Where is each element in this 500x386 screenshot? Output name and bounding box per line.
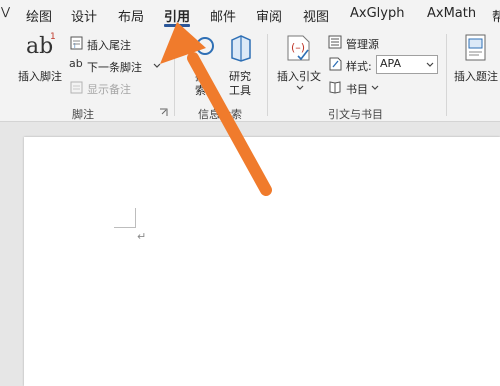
style-label: 样式: xyxy=(346,60,372,73)
bibliography-icon xyxy=(329,81,341,94)
group-divider xyxy=(174,34,175,116)
chevron-down-icon xyxy=(153,63,161,68)
insert-footnote-label: 插入脚注 xyxy=(18,70,62,83)
tab-design[interactable]: 设计 xyxy=(71,6,97,25)
group-divider xyxy=(267,34,268,116)
dialog-launcher-icon[interactable] xyxy=(159,108,168,117)
tab-view[interactable]: 视图 xyxy=(303,6,329,25)
tab-axmath[interactable]: AxMath xyxy=(427,6,476,21)
footnote-icon-superscript: 1 xyxy=(50,32,56,42)
tab-layout[interactable]: 布局 xyxy=(118,6,144,25)
tab-references[interactable]: 引用 xyxy=(164,6,190,25)
svg-text:(–): (–) xyxy=(291,41,305,54)
document-page[interactable] xyxy=(24,137,500,386)
citations-group-label: 引文与书目 xyxy=(328,108,383,121)
citation-style-value: APA xyxy=(380,57,401,70)
show-notes-icon xyxy=(70,81,83,94)
bibliography-label: 书目 xyxy=(346,83,368,96)
tab-review[interactable]: 审阅 xyxy=(256,6,282,25)
active-tab-indicator xyxy=(164,24,190,27)
tab-draw[interactable]: 绘图 xyxy=(26,6,52,25)
style-icon xyxy=(329,57,342,71)
chevron-down-icon xyxy=(371,85,379,90)
show-notes-label: 显示备注 xyxy=(87,83,131,96)
group-divider xyxy=(446,34,447,116)
manage-sources-icon xyxy=(328,35,342,49)
paragraph-mark: ↵ xyxy=(137,230,147,243)
insert-caption-label: 插入题注 xyxy=(454,70,498,83)
caption-icon xyxy=(465,34,486,61)
insert-endnote-label: 插入尾注 xyxy=(87,39,131,52)
researcher-icon xyxy=(231,35,251,62)
tab-axglyph[interactable]: AxGlyph xyxy=(350,6,404,21)
insert-citation-label: 插入引文 xyxy=(277,70,321,83)
researcher-label-line2: 工具 xyxy=(229,84,251,97)
document-area[interactable] xyxy=(0,123,500,386)
chevron-down-icon xyxy=(296,85,304,90)
footnotes-group-label: 脚注 xyxy=(72,108,94,121)
tab-scroll-left[interactable]: ⋁ xyxy=(1,5,10,18)
page-margin-marker xyxy=(114,208,136,228)
tab-mailings[interactable]: 邮件 xyxy=(210,6,236,25)
endnote-icon: i xyxy=(70,36,83,50)
next-footnote-icon: ab xyxy=(69,57,83,70)
ribbon-panel: ab 1 插入脚注 i 插入尾注 ab 下一条脚注 显示备注 脚注 搜 索 研究… xyxy=(0,28,500,122)
chevron-down-icon xyxy=(426,62,434,67)
manage-sources-label: 管理源 xyxy=(346,38,379,51)
search-icon xyxy=(196,37,214,55)
next-footnote-label: 下一条脚注 xyxy=(87,61,142,74)
citation-style-select[interactable]: APA xyxy=(376,55,438,74)
search-label-line2: 索 xyxy=(195,84,206,97)
research-group-label: 信息检索 xyxy=(198,108,242,121)
citation-icon: (–) xyxy=(287,35,310,61)
ribbon-tab-bar: ⋁ 绘图 设计 布局 引用 邮件 审阅 视图 AxGlyph AxMath 帮 xyxy=(0,0,500,28)
tab-help-cutoff[interactable]: 帮 xyxy=(492,6,500,25)
